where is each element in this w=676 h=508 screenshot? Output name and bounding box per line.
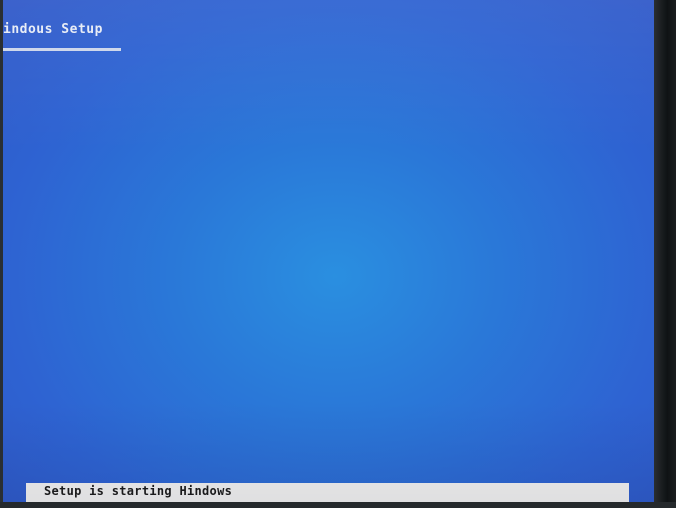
status-text: Setup is starting Hindows xyxy=(44,484,233,498)
title-underline xyxy=(3,48,121,51)
monitor-photo: indous Setup Setup is starting Hindows xyxy=(0,0,676,508)
status-bar: Setup is starting Hindows xyxy=(26,483,629,502)
monitor-bezel-right xyxy=(654,0,676,508)
setup-screen: indous Setup Setup is starting Hindows xyxy=(3,0,667,502)
monitor-bezel-bottom xyxy=(0,502,676,508)
setup-title: indous Setup xyxy=(3,22,103,37)
